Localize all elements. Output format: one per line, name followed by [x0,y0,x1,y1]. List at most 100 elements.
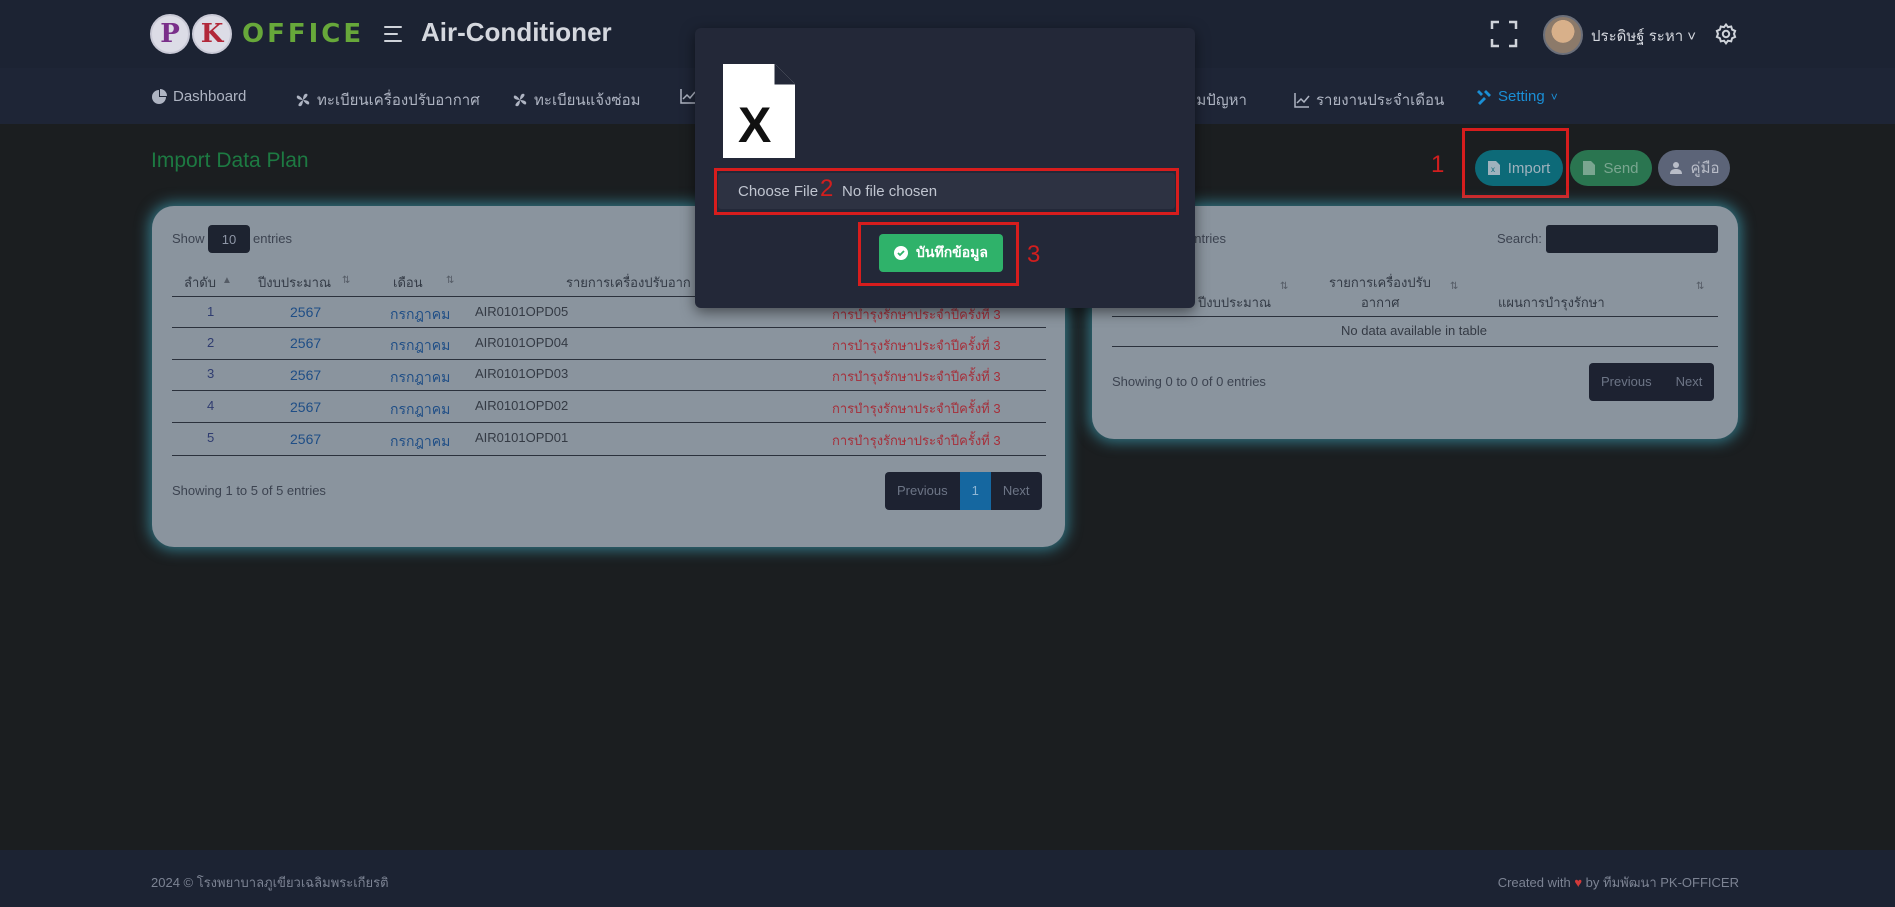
footer-credit-suffix: by ทีมพัฒนา PK-OFFICER [1585,875,1739,890]
page-title: Import Data Plan [151,149,309,172]
cell-no: 1 [207,304,215,319]
annotation-number-1: 1 [1431,151,1445,178]
annotation-box-save [858,222,1019,286]
logo-letter-p: P [150,14,190,54]
col-header-item[interactable]: รายการเครื่องปรับอาก [566,272,691,293]
nav-item-dashboard[interactable]: Dashboard [151,88,246,105]
heart-icon: ♥ [1574,875,1583,890]
cell-plan: การบำรุงรักษาประจำปีครั้งที่ 3 [832,338,1001,353]
nav-item-report-partial[interactable] [680,88,696,104]
pie-chart-icon [152,88,167,104]
user-avatar[interactable] [1543,15,1583,55]
app-logo[interactable]: P K OFFICE [150,12,364,56]
nav-label: Setting [1498,88,1545,105]
gear-icon[interactable] [1714,22,1738,46]
col-header-month[interactable]: เดือน [393,272,423,293]
user-guide-icon [1669,162,1682,174]
cell-no: 5 [207,430,215,445]
row-divider [172,390,1046,391]
app-title: Air-Conditioner [421,17,612,47]
cell-no: 4 [207,398,215,413]
nav-item-repair-registry[interactable]: ทะเบียนแจ้งซ่อม [512,88,641,112]
page-1-button[interactable]: 1 [959,472,991,510]
cell-plan: การบำรุงรักษาประจำปีครั้งที่ 3 [832,369,1001,384]
send-file-icon [1583,161,1596,175]
show-label: Show [172,231,205,246]
cell-year: 2567 [290,335,322,351]
send-button[interactable]: Send [1570,150,1652,186]
chevron-down-icon: ˅ [1550,89,1558,104]
col-header-plan[interactable]: แผนการบำรุงรักษา [1498,292,1605,313]
cell-no: 3 [207,366,215,381]
sort-icon: ⇅ [1696,281,1705,292]
cell-code: AIR0101OPD05 [475,304,569,319]
sort-icon: ⇅ [342,275,351,286]
manual-label: คู่มือ [1690,160,1720,177]
footer-copyright: 2024 © โรงพยาบาลภูเขียวเฉลิมพระเกียรติ [151,875,389,890]
annotation-box-file [714,168,1179,215]
next-button[interactable]: Next [991,472,1042,510]
col-header-item-line2: อากาศ [1361,295,1400,310]
fullscreen-icon[interactable] [1490,20,1518,48]
cell-year: 2567 [290,304,322,320]
excel-file-icon: X [723,64,795,163]
logo-word: OFFICE [242,19,365,49]
hamburger-menu-icon[interactable] [382,22,406,46]
cell-code: AIR0101OPD01 [475,430,569,445]
fan-icon [296,93,310,107]
nav-label: รายงานประจำเดือน [1316,92,1445,109]
line-chart-icon [1294,93,1310,108]
table-info: Showing 1 to 5 of 5 entries [172,483,326,498]
send-label: Send [1603,159,1639,177]
cell-no: 2 [207,335,215,350]
sort-asc-icon: ▲ [222,275,232,286]
right-pagination: Previous Next [1589,363,1715,401]
logo-letter-k: K [192,14,232,54]
nav-label: Dashboard [173,88,247,105]
nav-item-problem-tracking[interactable]: ามปัญหา [1188,88,1247,112]
cell-year: 2567 [290,431,322,447]
nav-label: ทะเบียนแจ้งซ่อม [534,92,641,109]
row-divider [172,359,1046,360]
line-chart-icon [680,89,696,104]
table-bottom-divider [172,455,1046,456]
sort-icon: ⇅ [1280,281,1289,292]
manual-button[interactable]: คู่มือ [1658,150,1730,186]
cell-plan: การบำรุงรักษาประจำปีครั้งที่ 3 [832,401,1001,416]
col-header-item-line1[interactable]: รายการเครื่องปรับ [1329,272,1431,293]
search-input[interactable] [1546,225,1718,253]
file-icon-letter: X [738,97,772,153]
entries-label: entries [253,231,293,246]
cell-month: กรกฎาคม [390,337,451,353]
footer-credit: Created with ♥ by ทีมพัฒนา PK-OFFICER [1498,872,1739,893]
nav-item-setting[interactable]: Setting ˅ [1476,88,1558,105]
footer-credit-prefix: Created with [1497,875,1571,890]
nav-item-monthly-report[interactable]: รายงานประจำเดือน [1294,88,1444,112]
left-pagination: Previous 1 Next [885,472,1042,510]
previous-button[interactable]: Previous [1589,363,1664,401]
previous-button[interactable]: Previous [885,472,960,510]
cell-code: AIR0101OPD03 [475,366,569,381]
nav-label: ามปัญหา [1188,92,1247,109]
empty-table-message: No data available in table [1341,323,1487,338]
fan-icon [513,93,527,107]
col-header-year[interactable]: ปีงบประมาณ [258,272,331,293]
user-menu[interactable]: ประดิษฐ์ ระหา ˅ [1591,24,1696,48]
table-info: Showing 0 to 0 of 0 entries [1112,374,1266,389]
cell-plan: การบำรุงรักษาประจำปีครั้งที่ 3 [832,433,1001,448]
search-label: Search: [1497,231,1542,246]
cell-month: กรกฎาคม [390,369,451,385]
cell-month: กรกฎาคม [390,306,451,322]
cell-month: กรกฎาคม [390,401,451,417]
col-header-year[interactable]: ปีงบประมาณ [1198,292,1271,313]
cell-year: 2567 [290,367,322,383]
cell-code: AIR0101OPD04 [475,335,569,350]
nav-item-ac-registry[interactable]: ทะเบียนเครื่องปรับอากาศ [295,88,480,112]
col-header-no[interactable]: ลำดับ [184,272,216,293]
next-button[interactable]: Next [1664,363,1715,401]
cell-code: AIR0101OPD02 [475,398,569,413]
row-divider [172,327,1046,328]
sort-icon: ⇅ [446,275,455,286]
entries-length-select[interactable]: 10 [208,225,250,253]
table-header-divider [1112,316,1718,317]
